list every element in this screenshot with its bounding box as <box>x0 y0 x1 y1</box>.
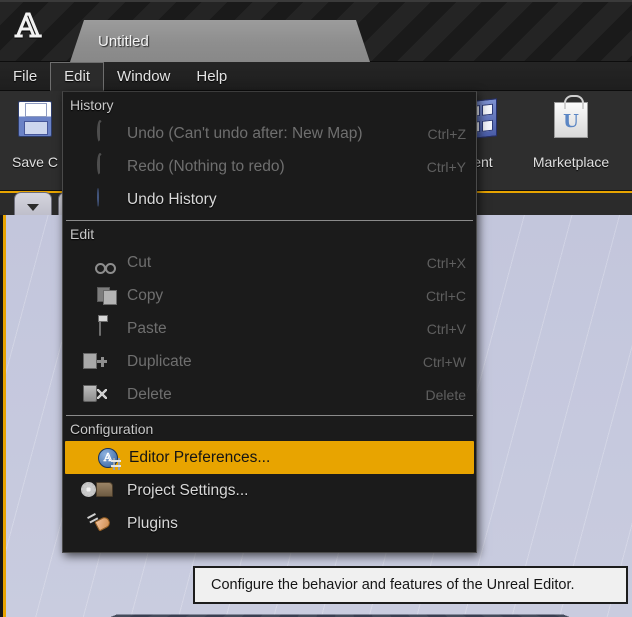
undo-arrow-icon <box>95 119 117 145</box>
menu-item-redo[interactable]: Redo (Nothing to redo) Ctrl+Y <box>63 150 476 183</box>
edit-dropdown-menu: History Undo (Can't undo after: New Map)… <box>62 91 477 553</box>
menu-bar: File Edit Window Help <box>0 62 632 91</box>
menu-item-editor-preferences-label: Editor Preferences... <box>129 448 271 466</box>
menu-item-cut[interactable]: Cut Ctrl+X <box>63 246 476 279</box>
marketplace-glyph: U <box>563 111 579 132</box>
menu-edit[interactable]: Edit <box>50 62 105 91</box>
trash-icon <box>95 384 117 406</box>
menu-item-duplicate-shortcut: Ctrl+W <box>422 353 466 370</box>
viewport-left-border <box>0 215 3 617</box>
menu-section-history-header: History <box>70 97 114 113</box>
clipboard-icon <box>95 316 117 340</box>
menu-section-edit-header: Edit <box>70 226 95 242</box>
menu-item-plugins[interactable]: Plugins <box>63 507 476 540</box>
unreal-editor-window: 𝔸 Untitled File Edit Window Help Save C … <box>0 0 632 617</box>
menu-item-duplicate-label: Duplicate <box>127 352 192 370</box>
menu-item-project-settings[interactable]: Project Settings... <box>63 474 476 507</box>
toolbar-label-save: Save C <box>12 154 58 170</box>
project-settings-icon <box>95 480 117 502</box>
menu-item-undo[interactable]: Undo (Can't undo after: New Map) Ctrl+Z <box>63 117 476 150</box>
unreal-engine-logo-icon: 𝔸 <box>15 5 41 45</box>
menu-item-plugins-label: Plugins <box>127 514 178 532</box>
menu-item-paste[interactable]: Paste Ctrl+V <box>63 312 476 345</box>
menu-item-delete[interactable]: Delete Delete <box>63 378 476 411</box>
menu-item-copy-label: Copy <box>127 286 164 304</box>
editor-preferences-icon: 𝔸 <box>97 447 121 470</box>
toolbar-label-marketplace: Marketplace <box>532 154 610 170</box>
tooltip-text: Configure the behavior and features of t… <box>211 577 575 593</box>
menu-item-delete-label: Delete <box>127 385 172 403</box>
duplicate-icon <box>95 351 117 373</box>
menu-item-paste-shortcut: Ctrl+V <box>426 320 466 337</box>
chevron-down-icon <box>27 203 39 211</box>
title-bar: 𝔸 Untitled <box>0 0 632 62</box>
undo-history-icon <box>95 187 117 211</box>
plugin-icon <box>95 513 117 535</box>
menu-item-undo-label: Undo (Can't undo after: New Map) <box>127 124 363 142</box>
menu-item-undo-shortcut: Ctrl+Z <box>427 125 467 142</box>
menu-item-redo-shortcut: Ctrl+Y <box>426 158 466 175</box>
menu-item-editor-preferences[interactable]: 𝔸 Editor Preferences... <box>65 441 474 474</box>
menu-item-delete-shortcut: Delete <box>425 386 466 403</box>
menu-item-redo-label: Redo (Nothing to redo) <box>127 157 285 175</box>
menu-item-copy[interactable]: Copy Ctrl+C <box>63 279 476 312</box>
scissors-icon <box>95 252 117 274</box>
toolbar-button-marketplace[interactable]: U Marketplace <box>528 95 614 185</box>
menu-file[interactable]: File <box>0 62 50 91</box>
menu-window[interactable]: Window <box>104 62 183 91</box>
menu-item-duplicate[interactable]: Duplicate Ctrl+W <box>63 345 476 378</box>
floppy-disk-icon <box>10 97 60 149</box>
tooltip: Configure the behavior and features of t… <box>193 566 628 604</box>
menu-item-copy-shortcut: Ctrl+C <box>425 287 466 304</box>
menu-help[interactable]: Help <box>183 62 240 91</box>
menu-item-cut-label: Cut <box>127 253 152 271</box>
project-tab-untitled[interactable]: Untitled <box>70 20 370 62</box>
menu-item-undo-history-label: Undo History <box>127 190 217 208</box>
menu-section-configuration-header: Configuration <box>70 421 154 437</box>
copy-icon <box>95 285 117 307</box>
menu-item-paste-label: Paste <box>127 319 167 337</box>
menu-item-project-settings-label: Project Settings... <box>127 481 249 499</box>
menu-item-undo-history[interactable]: Undo History <box>63 183 476 216</box>
redo-arrow-icon <box>95 152 117 178</box>
marketplace-bag-icon: U <box>546 95 596 149</box>
menu-item-cut-shortcut: Ctrl+X <box>426 254 466 271</box>
project-tab-label: Untitled <box>98 32 149 50</box>
